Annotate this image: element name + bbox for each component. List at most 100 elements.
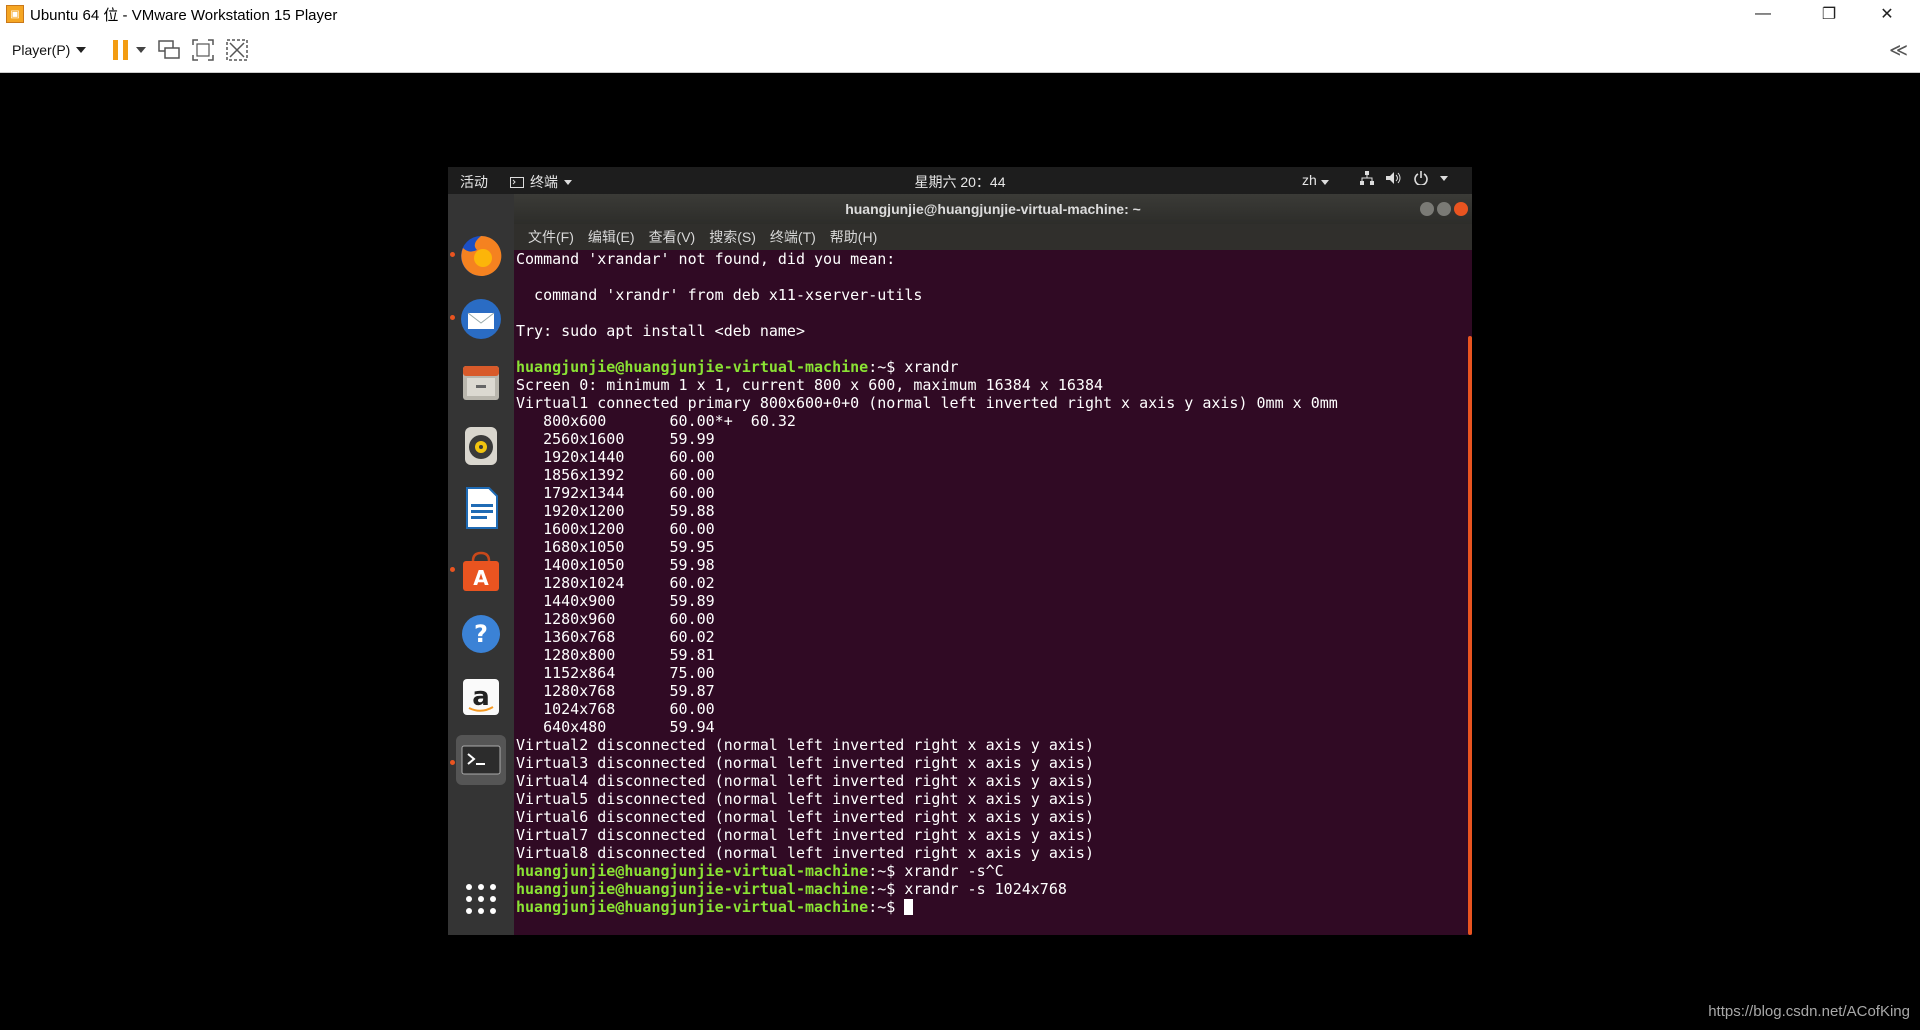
ubuntu-dock: A ? a <box>448 194 514 935</box>
line-text: :~$ xrandr <box>868 358 959 376</box>
minimize-button[interactable]: — <box>1740 0 1786 28</box>
line-text: Virtual3 disconnected (normal left inver… <box>516 754 1094 772</box>
running-indicator <box>450 252 455 257</box>
prompt-user-host: huangjunjie@huangjunjie-virtual-machine <box>516 898 869 916</box>
terminal-line: Virtual4 disconnected (normal left inver… <box>516 772 1472 790</box>
menu-help[interactable]: 帮助(H) <box>830 227 877 247</box>
power-icon <box>1414 171 1428 185</box>
fullscreen-button[interactable] <box>190 37 216 63</box>
line-text: 800x600 60.00*+ 60.32 <box>516 412 796 430</box>
ctrl-alt-del-icon <box>158 40 181 59</box>
terminal-window-controls <box>1420 202 1468 216</box>
line-text: 640x480 59.94 <box>516 718 715 736</box>
line-text: Virtual7 disconnected (normal left inver… <box>516 826 1094 844</box>
terminal-maximize-button[interactable] <box>1437 202 1451 216</box>
terminal-line: Command 'xrandar' not found, did you mea… <box>516 250 1472 268</box>
line-text: Virtual8 disconnected (normal left inver… <box>516 844 1094 862</box>
terminal-icon <box>461 745 501 775</box>
dock-firefox[interactable] <box>456 231 506 281</box>
terminal-line: 1280x960 60.00 <box>516 610 1472 628</box>
unity-mode-button[interactable] <box>224 37 250 63</box>
system-tray[interactable] <box>1360 171 1448 185</box>
chevron-down-icon <box>1320 180 1329 185</box>
line-text: 1280x960 60.00 <box>516 610 715 628</box>
terminal-line: Virtual3 disconnected (normal left inver… <box>516 754 1472 772</box>
prompt-user-host: huangjunjie@huangjunjie-virtual-machine <box>516 880 869 898</box>
menu-search[interactable]: 搜索(S) <box>709 227 756 247</box>
power-options-dropdown[interactable] <box>134 37 148 63</box>
line-text: 1280x768 59.87 <box>516 682 715 700</box>
amazon-icon: a <box>463 679 499 715</box>
line-text: Virtual5 disconnected (normal left inver… <box>516 790 1094 808</box>
line-text: 1792x1344 60.00 <box>516 484 715 502</box>
line-text: 1680x1050 59.95 <box>516 538 715 556</box>
terminal-line: Virtual2 disconnected (normal left inver… <box>516 736 1472 754</box>
dock-libreoffice-writer[interactable] <box>456 483 506 533</box>
scrollbar-thumb[interactable] <box>1468 336 1472 935</box>
terminal-line: 1792x1344 60.00 <box>516 484 1472 502</box>
line-text: Virtual2 disconnected (normal left inver… <box>516 736 1094 754</box>
ubuntu-software-icon: A <box>463 551 499 591</box>
terminal-line: 1024x768 60.00 <box>516 700 1472 718</box>
line-text: 1856x1392 60.00 <box>516 466 715 484</box>
window-title: Ubuntu 64 位 - VMware Workstation 15 Play… <box>30 6 338 24</box>
send-ctrl-alt-del-button[interactable] <box>156 37 182 63</box>
show-applications-button[interactable] <box>456 874 506 924</box>
terminal-line: huangjunjie@huangjunjie-virtual-machine:… <box>516 862 1472 880</box>
terminal-output[interactable]: Command 'xrandar' not found, did you mea… <box>514 250 1472 935</box>
terminal-line: Virtual6 disconnected (normal left inver… <box>516 808 1472 826</box>
terminal-text: Command 'xrandar' not found, did you mea… <box>514 250 1472 916</box>
libreoffice-writer-icon <box>466 487 498 529</box>
files-icon <box>463 366 499 400</box>
fullscreen-icon <box>192 39 215 61</box>
close-button[interactable]: ✕ <box>1864 0 1910 28</box>
collapse-toolbar-button[interactable]: ≪ <box>1889 40 1908 61</box>
svg-text:a: a <box>472 682 490 712</box>
chevron-down-icon <box>76 47 87 53</box>
watermark: https://blog.csdn.net/ACofKing <box>1708 1003 1910 1020</box>
dock-ubuntu-software[interactable]: A <box>456 546 506 596</box>
terminal-close-button[interactable] <box>1454 202 1468 216</box>
pause-button[interactable] <box>108 37 134 63</box>
vmware-app-icon: ▣ <box>6 5 24 23</box>
terminal-titlebar[interactable]: huangjunjie@huangjunjie-virtual-machine:… <box>514 194 1472 224</box>
player-toolbar: Player(P) ≪ <box>0 28 1920 73</box>
window-titlebar: ▣ Ubuntu 64 位 - VMware Workstation 15 Pl… <box>0 0 1920 28</box>
menu-view[interactable]: 查看(V) <box>649 227 696 247</box>
dock-rhythmbox[interactable] <box>456 420 506 470</box>
language-indicator[interactable]: zh <box>1302 172 1329 188</box>
terminal-line: Virtual5 disconnected (normal left inver… <box>516 790 1472 808</box>
line-text: Try: sudo apt install <deb name> <box>516 322 805 340</box>
line-text: 1360x768 60.02 <box>516 628 715 646</box>
line-text: 1440x900 59.89 <box>516 592 715 610</box>
dock-files[interactable] <box>456 357 506 407</box>
terminal-line: command 'xrandr' from deb x11-xserver-ut… <box>516 286 1472 304</box>
terminal-title: huangjunjie@huangjunjie-virtual-machine:… <box>845 201 1141 217</box>
guest-screen[interactable]: 活动 终端 星期六 20：44 zh A ? a huangjunjie@hua… <box>448 167 1472 935</box>
line-text: :~$ <box>868 898 905 916</box>
dock-help[interactable]: ? <box>456 609 506 659</box>
pause-icon <box>113 40 129 60</box>
terminal-line: 1280x768 59.87 <box>516 682 1472 700</box>
player-menu-button[interactable]: Player(P) <box>12 42 87 58</box>
line-text: 1152x864 75.00 <box>516 664 715 682</box>
terminal-line: 640x480 59.94 <box>516 718 1472 736</box>
line-text: 1024x768 60.00 <box>516 700 715 718</box>
line-text: command 'xrandr' from deb x11-xserver-ut… <box>516 286 923 304</box>
terminal-line: 1280x800 59.81 <box>516 646 1472 664</box>
menu-file[interactable]: 文件(F) <box>528 227 574 247</box>
terminal-line: 2560x1600 59.99 <box>516 430 1472 448</box>
menu-edit[interactable]: 编辑(E) <box>588 227 635 247</box>
restore-button[interactable]: ❐ <box>1806 0 1852 28</box>
dock-thunderbird[interactable] <box>456 294 506 344</box>
terminal-line: 1400x1050 59.98 <box>516 556 1472 574</box>
terminal-minimize-button[interactable] <box>1420 202 1434 216</box>
menu-terminal[interactable]: 终端(T) <box>770 227 816 247</box>
line-text: 1920x1200 59.88 <box>516 502 715 520</box>
dock-terminal[interactable] <box>456 735 506 785</box>
terminal-scrollbar[interactable] <box>1468 250 1472 935</box>
line-text: :~$ xrandr -s 1024x768 <box>868 880 1067 898</box>
dock-amazon[interactable]: a <box>456 672 506 722</box>
